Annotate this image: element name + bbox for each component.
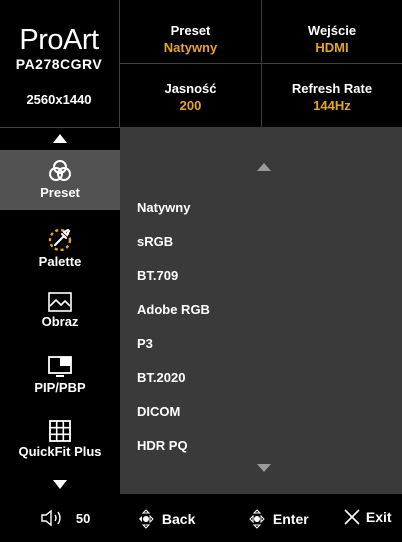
option-natywny[interactable]: Natywny <box>137 200 190 215</box>
enter-label: Enter <box>272 511 309 527</box>
brand-logo: ProArt <box>19 24 99 56</box>
sidebar-item-label: QuickFit Plus <box>18 444 102 459</box>
back-label: Back <box>161 511 196 527</box>
status-value: 144Hz <box>313 98 351 113</box>
option-p3[interactable]: P3 <box>137 336 153 351</box>
sidebar-item-pip-pbp[interactable]: PIP/PBP <box>0 350 120 410</box>
image-icon <box>48 292 72 312</box>
model-name: PA278CGRV <box>15 56 103 72</box>
status-preset: Preset Natywny <box>120 23 261 55</box>
list-scroll-down-icon[interactable] <box>257 464 271 472</box>
scroll-up-arrow-icon[interactable] <box>53 134 67 143</box>
option-adobe-rgb[interactable]: Adobe RGB <box>137 302 210 317</box>
sidebar-item-preset[interactable]: Preset <box>0 150 120 210</box>
speaker-icon <box>41 509 61 527</box>
back-button[interactable]: Back <box>134 507 195 531</box>
sidebar-item-palette[interactable]: Palette <box>0 220 120 280</box>
sidebar-item-quickfit-plus[interactable]: QuickFit Plus <box>0 414 120 474</box>
exit-label: Exit <box>365 509 392 525</box>
enter-button[interactable]: Enter <box>245 507 309 531</box>
status-label: Wejście <box>307 23 357 38</box>
divider <box>120 63 402 64</box>
sidebar-item-label: PIP/PBP <box>34 380 86 395</box>
status-value: 200 <box>179 98 202 113</box>
palette-eyedropper-icon <box>48 228 72 252</box>
brand-block: ProArt PA278CGRV 2560x1440 <box>0 0 118 127</box>
resolution: 2560x1440 <box>26 92 92 107</box>
status-refresh-rate: Refresh Rate 144Hz <box>262 81 402 113</box>
status-label: Refresh Rate <box>291 81 373 96</box>
scroll-down-arrow-icon[interactable] <box>53 480 67 489</box>
volume-value: 50 <box>75 510 91 526</box>
option-hdr-pq[interactable]: HDR PQ <box>137 438 188 453</box>
sidebar-item-label: Palette <box>38 254 82 269</box>
status-input: Wejście HDMI <box>262 23 402 55</box>
status-value: HDMI <box>315 40 349 55</box>
sidebar-item-label: Obraz <box>41 314 79 329</box>
option-bt709[interactable]: BT.709 <box>137 268 178 283</box>
status-label: Jasność <box>164 81 217 96</box>
footer-bar: 50 Back Enter Exit <box>0 494 402 542</box>
preset-rings-icon <box>49 160 71 181</box>
sidebar-item-image[interactable]: Obraz <box>0 286 120 346</box>
volume-control[interactable]: 50 <box>40 508 90 528</box>
sidebar: Preset Palette Obraz PIP/PBP QuickFit Pl… <box>0 128 120 494</box>
close-icon <box>344 509 360 525</box>
monitor-osd: ProArt PA278CGRV 2560x1440 Preset Natywn… <box>0 0 402 542</box>
pip-pbp-icon <box>48 356 72 377</box>
sidebar-item-label: Preset <box>40 185 80 200</box>
option-srgb[interactable]: sRGB <box>137 234 173 249</box>
option-dicom[interactable]: DICOM <box>137 404 180 419</box>
preset-options-panel: Natywny sRGB BT.709 Adobe RGB P3 BT.2020… <box>120 127 402 494</box>
joystick-enter-icon <box>249 509 265 529</box>
list-scroll-up-icon[interactable] <box>257 163 271 171</box>
option-bt2020[interactable]: BT.2020 <box>137 370 185 385</box>
status-label: Preset <box>170 23 211 38</box>
status-value: Natywny <box>163 40 218 55</box>
grid-icon <box>49 420 71 442</box>
status-brightness: Jasność 200 <box>120 81 261 113</box>
joystick-back-icon <box>139 509 154 529</box>
exit-button[interactable]: Exit <box>342 507 392 527</box>
